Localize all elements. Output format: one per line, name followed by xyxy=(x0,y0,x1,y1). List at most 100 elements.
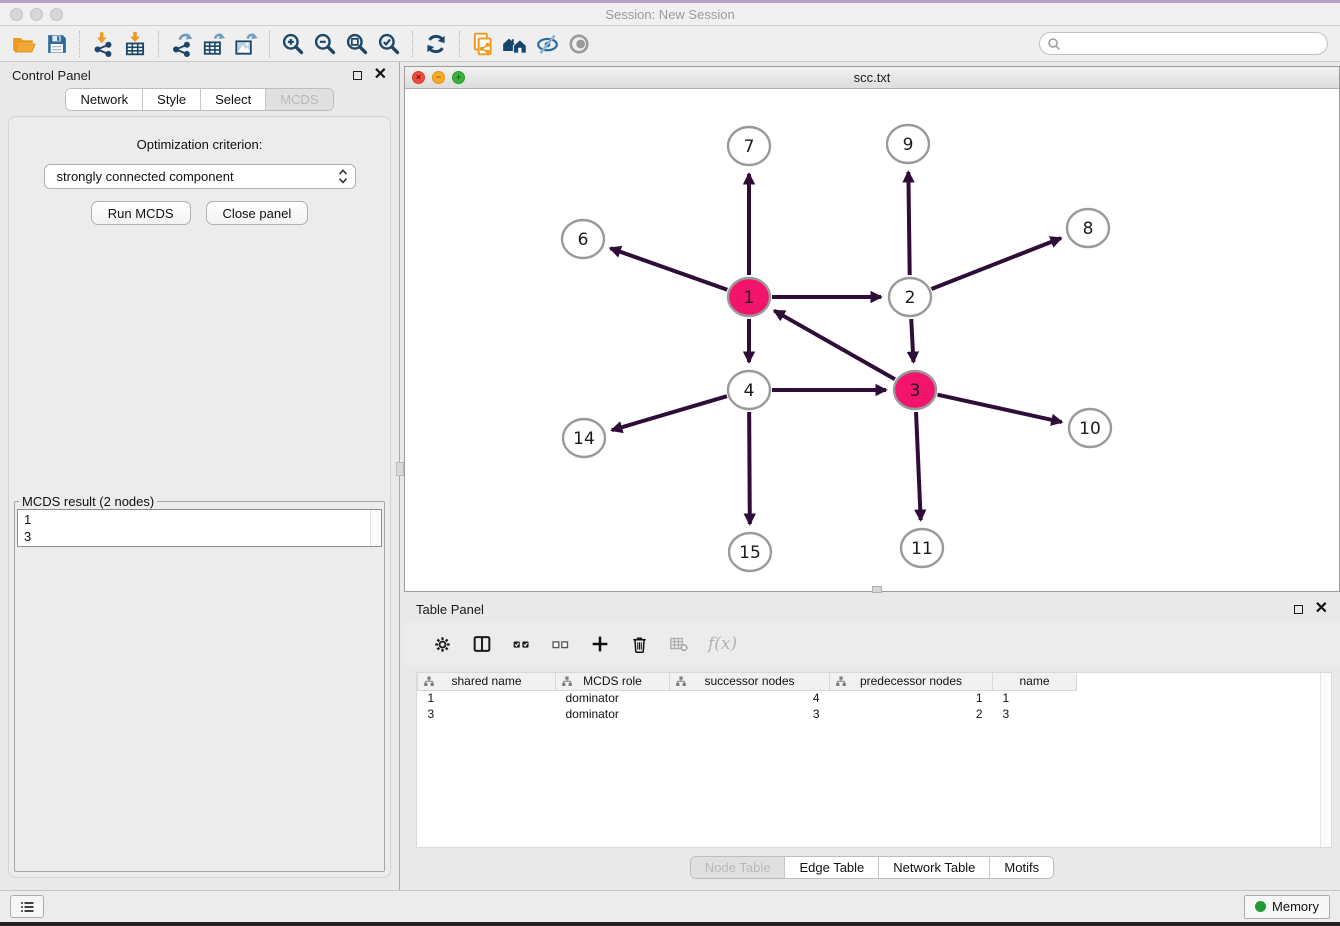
export-image-button[interactable] xyxy=(230,29,262,59)
control-panel-title: Control Panel xyxy=(12,68,91,83)
table-tabs: Node Table Edge Table Network Table Moti… xyxy=(404,848,1340,890)
zoom-fit-button[interactable] xyxy=(341,29,373,59)
import-table-icon xyxy=(122,31,148,57)
graph-node-11[interactable]: 11 xyxy=(901,529,943,567)
tab-mcds[interactable]: MCDS xyxy=(265,89,332,110)
tab-network[interactable]: Network xyxy=(66,89,142,110)
run-mcds-button[interactable]: Run MCDS xyxy=(91,201,191,225)
import-table-button[interactable] xyxy=(119,29,151,59)
graph-edge-2-3[interactable] xyxy=(911,319,913,362)
show-columns-button[interactable] xyxy=(471,633,493,655)
optimization-criterion-select[interactable]: strongly connected component xyxy=(44,164,356,189)
tab-style[interactable]: Style xyxy=(142,89,200,110)
trash-icon xyxy=(629,634,650,655)
column-header-MCDS-role[interactable]: MCDS role xyxy=(556,673,670,690)
main-area: Control Panel ✕ Network Style Select MCD… xyxy=(0,62,1340,890)
table-panel-header: Table Panel ✕ xyxy=(404,596,1340,622)
unchecked-boxes-icon xyxy=(550,634,571,655)
window-titlebar: Session: New Session xyxy=(0,3,1340,26)
export-image-icon xyxy=(233,31,259,57)
memory-button[interactable]: Memory xyxy=(1244,895,1330,919)
add-column-button[interactable] xyxy=(589,633,611,655)
deselect-all-button[interactable] xyxy=(550,634,571,655)
network-canvas[interactable]: 1 2 3 4 6 7 8 9 10 11 14 15 xyxy=(405,89,1339,591)
graph-edge-4-14[interactable] xyxy=(612,396,727,430)
tab-motifs[interactable]: Motifs xyxy=(989,857,1053,878)
tab-select[interactable]: Select xyxy=(200,89,265,110)
column-header-predecessor-nodes[interactable]: predecessor nodes xyxy=(830,673,993,690)
memory-status-dot xyxy=(1255,901,1266,912)
zoom-selected-button[interactable] xyxy=(373,29,405,59)
status-bar: Memory xyxy=(0,890,1340,922)
export-table-button[interactable] xyxy=(198,29,230,59)
show-panel-list-button[interactable] xyxy=(10,895,44,918)
export-table-icon xyxy=(201,31,227,57)
zoom-out-button[interactable] xyxy=(309,29,341,59)
graph-edge-3-11[interactable] xyxy=(916,412,921,520)
control-panel-header: Control Panel ✕ xyxy=(0,62,399,88)
graph-node-7[interactable]: 7 xyxy=(728,127,770,165)
zoom-in-button[interactable] xyxy=(277,29,309,59)
import-network-icon xyxy=(90,31,116,57)
float-table-panel-icon[interactable] xyxy=(1294,605,1303,614)
function-builder-button[interactable]: f(x) xyxy=(708,634,737,654)
table-row[interactable]: 3dominator323 xyxy=(418,706,1077,722)
table-settings-button[interactable] xyxy=(432,634,453,655)
graph-edge-3-1[interactable] xyxy=(774,311,895,380)
search-input[interactable] xyxy=(1065,37,1319,51)
delete-table-button[interactable] xyxy=(668,633,690,655)
preview-button[interactable] xyxy=(563,29,595,59)
close-panel-button[interactable]: Close panel xyxy=(206,201,309,225)
vertical-splitter-handle[interactable] xyxy=(396,462,404,476)
export-network-button[interactable] xyxy=(166,29,198,59)
node-table: shared nameMCDS rolesuccessor nodesprede… xyxy=(416,672,1332,848)
toolbar-separator xyxy=(269,31,270,57)
table-panel-title: Table Panel xyxy=(416,602,484,617)
close-panel-icon[interactable]: ✕ xyxy=(374,69,387,81)
graph-node-3[interactable]: 3 xyxy=(894,371,936,409)
gear-icon xyxy=(432,634,453,655)
screen-edge xyxy=(0,922,1340,926)
table-scrollbar[interactable] xyxy=(1320,673,1331,847)
float-panel-icon[interactable] xyxy=(353,71,362,80)
graph-edge-3-10[interactable] xyxy=(937,395,1061,422)
graph-edge-4-15[interactable] xyxy=(749,412,750,524)
toolbar-separator xyxy=(158,31,159,57)
column-header-shared-name[interactable]: shared name xyxy=(418,673,556,690)
mcds-result-text[interactable]: 1 3 xyxy=(17,509,382,547)
graph-node-8[interactable]: 8 xyxy=(1067,209,1109,247)
search-box xyxy=(1039,32,1328,55)
home-button[interactable] xyxy=(499,29,531,59)
network-file-button[interactable] xyxy=(467,29,499,59)
graph-node-2[interactable]: 2 xyxy=(889,278,931,316)
delete-column-button[interactable] xyxy=(629,634,650,655)
tab-node-table[interactable]: Node Table xyxy=(691,857,785,878)
open-session-button[interactable] xyxy=(8,29,40,59)
search-icon xyxy=(1047,37,1061,51)
graph-canvas[interactable]: 1 2 3 4 6 7 8 9 10 11 14 15 xyxy=(405,89,1336,592)
graph-node-9[interactable]: 9 xyxy=(887,125,929,163)
save-session-button[interactable] xyxy=(40,29,72,59)
result-scrollbar[interactable] xyxy=(370,510,381,546)
graph-node-14[interactable]: 14 xyxy=(563,419,605,457)
graph-node-15[interactable]: 15 xyxy=(729,533,771,571)
horizontal-splitter-handle[interactable] xyxy=(872,586,882,593)
table-row[interactable]: 1dominator411 xyxy=(418,690,1077,706)
column-header-successor-nodes[interactable]: successor nodes xyxy=(670,673,830,690)
tab-network-table[interactable]: Network Table xyxy=(878,857,989,878)
graph-edge-1-6[interactable] xyxy=(610,248,727,290)
graph-node-10[interactable]: 10 xyxy=(1069,409,1111,447)
graph-node-1[interactable]: 1 xyxy=(728,278,770,316)
tab-edge-table[interactable]: Edge Table xyxy=(784,857,878,878)
control-panel-tabs: Network Style Select MCDS xyxy=(0,88,399,114)
toggle-visibility-button[interactable] xyxy=(531,29,563,59)
import-network-button[interactable] xyxy=(87,29,119,59)
graph-node-4[interactable]: 4 xyxy=(728,371,770,409)
apply-layout-button[interactable] xyxy=(420,29,452,59)
column-header-name[interactable]: name xyxy=(993,673,1077,690)
graph-edge-2-8[interactable] xyxy=(931,238,1061,289)
select-all-button[interactable] xyxy=(511,634,532,655)
graph-node-6[interactable]: 6 xyxy=(562,220,604,258)
graph-edge-2-9[interactable] xyxy=(908,172,909,275)
close-table-panel-icon[interactable]: ✕ xyxy=(1315,603,1328,615)
